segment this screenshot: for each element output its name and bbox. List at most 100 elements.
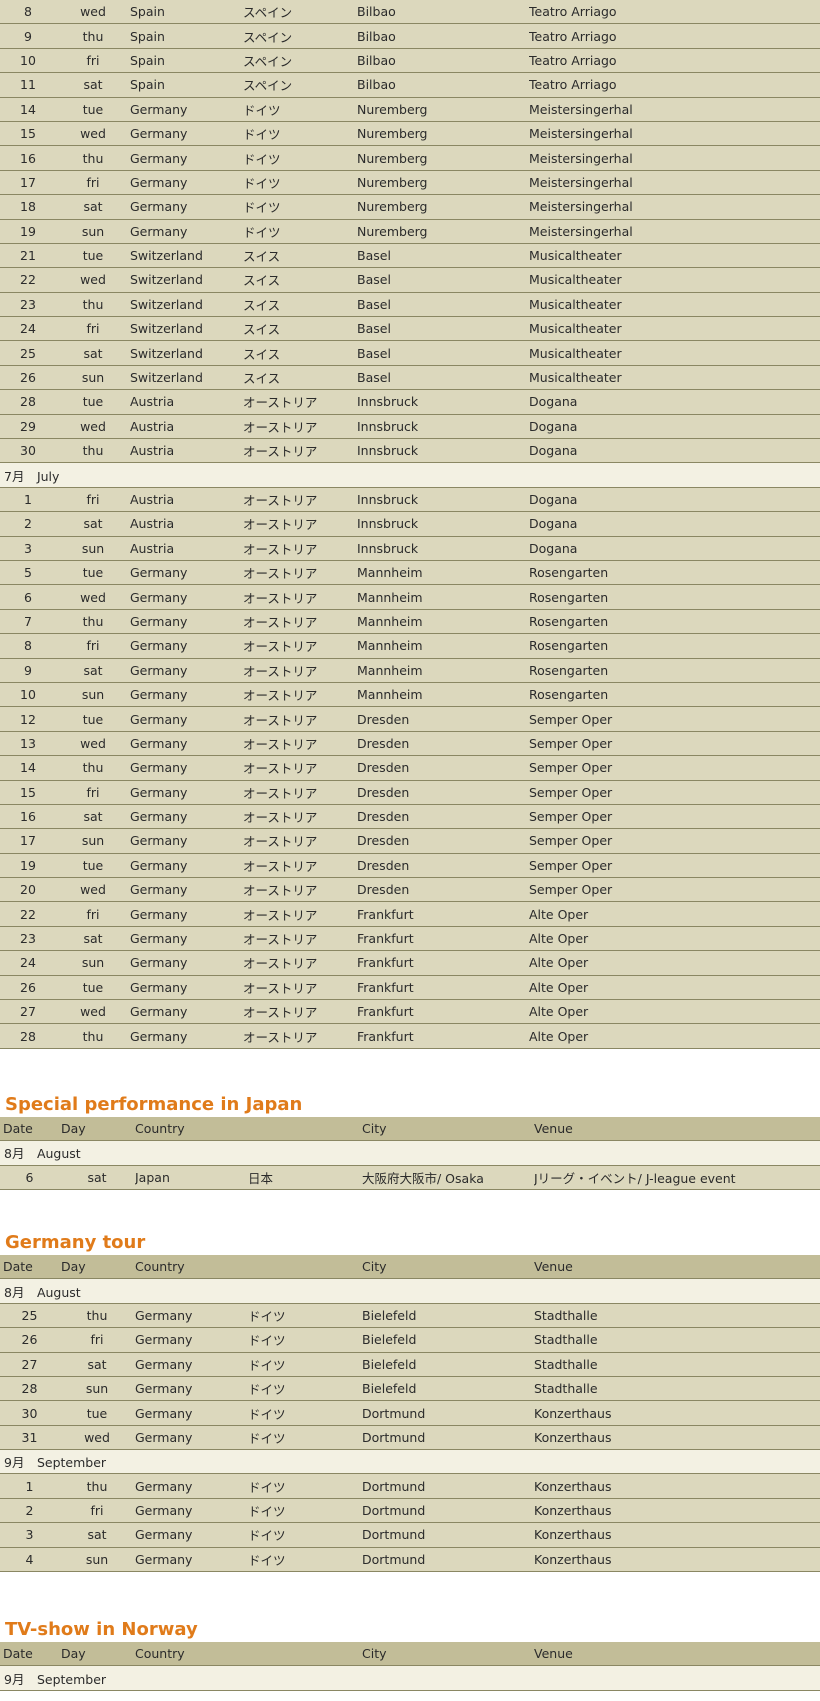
country-cell: Germany: [130, 780, 243, 805]
country-ja-cell: オーストリア: [243, 609, 357, 635]
table-row: 19 tue Germany オーストリア Dresden Semper Oper: [0, 853, 820, 879]
venue-cell: Meistersingerhal: [529, 219, 820, 244]
section-title-japan: Special performance in Japan: [5, 1093, 303, 1115]
country-cell: Switzerland: [130, 316, 243, 342]
europe-tour-table: 8 wed Spain スペイン Bilbao Teatro Arriago 9 thu Spa…: [0, 0, 820, 1049]
country-cell: Germany: [130, 121, 243, 147]
country-ja-cell: スイス: [243, 340, 357, 366]
table-row: 17 fri Germany ドイツ Nuremberg Meistersingerhal: [0, 170, 820, 196]
city-cell: Dresden: [357, 877, 529, 903]
venue-cell: Rosengarten: [529, 584, 820, 610]
country-ja-cell: ドイツ: [248, 1352, 362, 1377]
country-ja-cell: オーストリア: [243, 438, 357, 464]
venue-cell: Semper Oper: [529, 877, 820, 903]
header-row: Date Day Country City Venue: [0, 1642, 820, 1667]
date-cell: 14: [0, 755, 56, 781]
header-venue: Venue: [534, 1642, 820, 1667]
date-cell: 16: [0, 804, 56, 830]
date-cell: 8: [0, 633, 56, 659]
date-cell: 10: [0, 48, 56, 74]
country-ja-cell: スペイン: [243, 48, 357, 74]
city-cell: Mannheim: [357, 609, 529, 635]
country-cell: Switzerland: [130, 365, 243, 391]
city-cell: Dortmund: [362, 1473, 534, 1499]
date-cell: 9: [0, 658, 56, 683]
date-cell: 23: [0, 926, 56, 952]
city-cell: Basel: [357, 267, 529, 293]
city-cell: Basel: [357, 243, 529, 269]
day-cell: wed: [56, 0, 130, 25]
day-cell: fri: [56, 316, 130, 342]
date-cell: 11: [0, 72, 56, 98]
city-cell: Nuremberg: [357, 219, 529, 244]
country-cell: Germany: [130, 999, 243, 1025]
country-ja-cell: ドイツ: [243, 97, 357, 122]
country-ja-cell: オーストリア: [243, 414, 357, 440]
day-cell: thu: [59, 1473, 135, 1499]
date-cell: 6: [0, 1165, 59, 1190]
date-cell: 28: [0, 1023, 56, 1049]
city-cell: Dresden: [357, 706, 529, 732]
country-ja-cell: オーストリア: [243, 389, 357, 415]
country-cell: Germany: [135, 1425, 248, 1451]
country-cell: Spain: [130, 0, 243, 25]
day-cell: fri: [56, 487, 130, 513]
header-city: City: [362, 1254, 534, 1280]
day-cell: sat: [56, 511, 130, 537]
venue-cell: Meistersingerhal: [529, 145, 820, 171]
city-cell: Frankfurt: [357, 1023, 529, 1049]
day-cell: thu: [56, 23, 130, 49]
table-row: 22 wed Switzerland スイス Basel Musicaltheater: [0, 267, 820, 293]
day-cell: sat: [59, 1165, 135, 1190]
day-cell: sat: [59, 1352, 135, 1377]
date-cell: 26: [0, 975, 56, 1001]
month-label: 7月 July: [0, 462, 820, 488]
city-cell: Bilbao: [357, 72, 529, 98]
country-ja-cell: オーストリア: [243, 536, 357, 561]
city-cell: Innsbruck: [357, 389, 529, 415]
table-row: 28 thu Germany オーストリア Frankfurt Alte Oper: [0, 1023, 820, 1049]
tour-schedule-page: 8 wed Spain スペイン Bilbao Teatro Arriago 9 thu Spa…: [0, 0, 820, 1691]
country-cell: Spain: [130, 48, 243, 74]
month-row-august: 8月 August: [0, 1140, 820, 1166]
country-ja-cell: 日本: [248, 1165, 362, 1190]
venue-cell: Konzerthaus: [534, 1425, 820, 1451]
city-cell: Mannheim: [357, 584, 529, 610]
country-cell: Germany: [130, 1023, 243, 1049]
date-cell: 10: [0, 682, 56, 708]
table-row: 26 sun Switzerland スイス Basel Musicaltheater: [0, 365, 820, 391]
country-cell: Germany: [130, 609, 243, 635]
header-day: Day: [59, 1116, 135, 1142]
venue-cell: Konzerthaus: [534, 1473, 820, 1499]
table-row: 26 tue Germany オーストリア Frankfurt Alte Oper: [0, 975, 820, 1001]
date-cell: 28: [0, 389, 56, 415]
date-cell: 22: [0, 267, 56, 293]
day-cell: sun: [56, 950, 130, 976]
table-row: 24 sun Germany オーストリア Frankfurt Alte Oper: [0, 950, 820, 976]
day-cell: fri: [56, 170, 130, 196]
country-cell: Germany: [130, 560, 243, 586]
country-cell: Switzerland: [130, 340, 243, 366]
date-cell: 2: [0, 1498, 59, 1524]
venue-cell: Meistersingerhal: [529, 194, 820, 220]
country-ja-cell: ドイツ: [248, 1425, 362, 1451]
day-cell: sun: [56, 828, 130, 854]
city-cell: Frankfurt: [357, 999, 529, 1025]
table-row: 23 sat Germany オーストリア Frankfurt Alte Oper: [0, 926, 820, 952]
country-cell: Switzerland: [130, 267, 243, 293]
table-row: 14 thu Germany オーストリア Dresden Semper Oper: [0, 755, 820, 781]
date-cell: 26: [0, 365, 56, 391]
header-date: Date: [0, 1642, 59, 1667]
country-ja-cell: オーストリア: [243, 853, 357, 879]
day-cell: wed: [56, 414, 130, 440]
header-venue: Venue: [534, 1254, 820, 1280]
city-cell: Dortmund: [362, 1425, 534, 1451]
country-ja-cell: オーストリア: [243, 584, 357, 610]
table-row: 23 thu Switzerland スイス Basel Musicaltheater: [0, 292, 820, 318]
day-cell: wed: [56, 584, 130, 610]
table-row: 25 sat Switzerland スイス Basel Musicaltheater: [0, 340, 820, 366]
table-header: Date Day Country City Venue: [0, 1254, 820, 1280]
table-row: 6 sat Japan 日本 大阪府大阪市/ Osaka Jリーグ・イベント/ J-lea…: [0, 1165, 820, 1190]
month-label: 8月 August: [0, 1278, 820, 1304]
date-cell: 3: [0, 1522, 59, 1548]
